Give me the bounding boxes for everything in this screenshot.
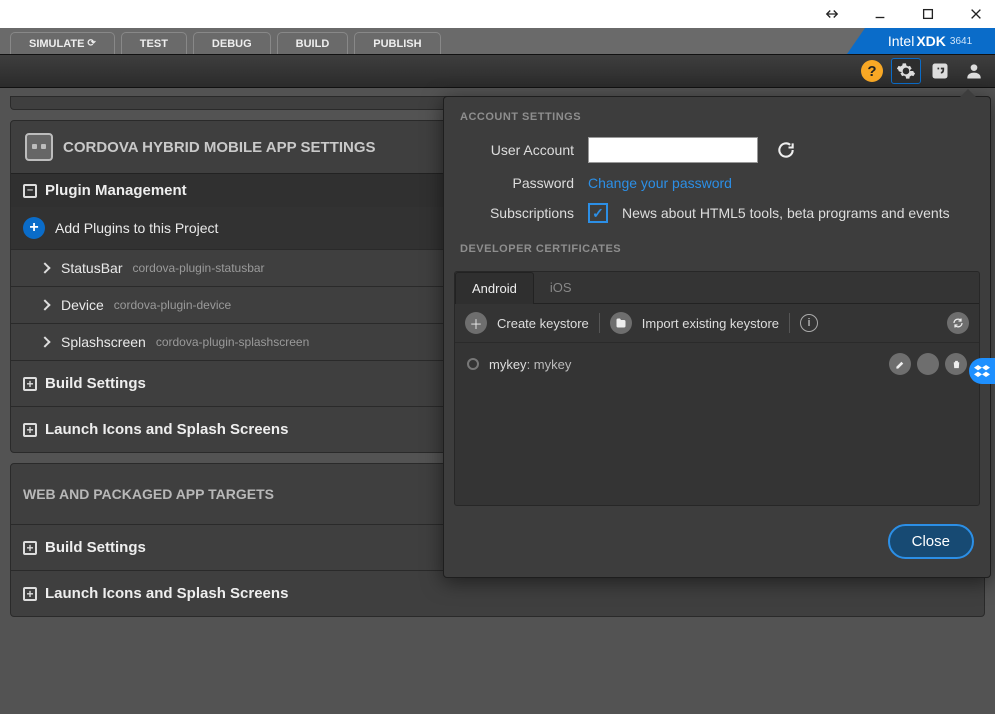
close-button[interactable]: Close [888, 524, 974, 559]
settings-button[interactable] [891, 58, 921, 84]
subscriptions-label: Subscriptions [464, 205, 574, 221]
password-row: Password Change your password [444, 169, 990, 197]
window-titlebar [0, 0, 995, 28]
chevron-right-icon [39, 336, 51, 348]
user-account-label: User Account [464, 142, 574, 158]
tab-android[interactable]: Android [455, 272, 534, 304]
plugin-id: cordova-plugin-splashscreen [156, 335, 309, 349]
tab-debug[interactable]: DEBUG [193, 32, 271, 54]
plugin-name: StatusBar [61, 260, 122, 276]
tab-simulate[interactable]: SIMULATE⟳ [10, 32, 115, 54]
divider [599, 313, 600, 333]
password-label: Password [464, 175, 574, 191]
dropbox-badge[interactable] [969, 358, 995, 384]
cordova-icon [25, 133, 53, 161]
tab-publish[interactable]: PUBLISH [354, 32, 440, 54]
chevron-right-icon [39, 262, 51, 274]
cordova-panel-title: CORDOVA HYBRID MOBILE APP SETTINGS [63, 139, 376, 156]
create-keystore-button[interactable]: Create keystore [497, 316, 589, 331]
collapse-icon: – [23, 184, 37, 198]
plugin-name: Splashscreen [61, 334, 146, 350]
cert-body [455, 385, 979, 505]
social-button[interactable] [925, 58, 955, 84]
keystore-radio[interactable] [467, 358, 479, 370]
download-key-button[interactable] [917, 353, 939, 375]
certificates-box: Android iOS ＋ Create keystore Import exi… [454, 271, 980, 506]
help-icon: ? [861, 60, 883, 82]
help-button[interactable]: ? [857, 58, 887, 84]
user-account-row: User Account [444, 131, 990, 169]
tabstrip: SIMULATE⟳ TEST DEBUG BUILD PUBLISH Intel… [0, 28, 995, 54]
refresh-account-button[interactable] [772, 138, 800, 162]
import-keystore-icon[interactable] [610, 312, 632, 334]
brand-badge: Intel XDK 3641 [865, 28, 995, 54]
edit-key-button[interactable] [889, 353, 911, 375]
info-icon[interactable]: i [800, 314, 818, 332]
expand-icon: + [23, 587, 37, 601]
toolbar: ? [0, 54, 995, 88]
user-account-input[interactable] [588, 137, 758, 163]
cert-tabs: Android iOS [455, 272, 979, 304]
plugin-name: Device [61, 297, 104, 313]
keystore-row[interactable]: mykey: mykey [455, 343, 979, 385]
tab-ios[interactable]: iOS [534, 272, 588, 303]
dev-certs-title: DEVELOPER CERTIFICATES [444, 229, 990, 263]
plugin-id: cordova-plugin-statusbar [132, 261, 264, 275]
tab-build[interactable]: BUILD [277, 32, 349, 54]
refresh-icon: ⟳ [87, 38, 95, 49]
create-keystore-icon[interactable]: ＋ [465, 312, 487, 334]
grip-icon [817, 3, 847, 25]
popup-footer: Close [444, 510, 990, 577]
close-window-button[interactable] [961, 3, 991, 25]
expand-icon: + [23, 423, 37, 437]
maximize-button[interactable] [913, 3, 943, 25]
account-button[interactable] [959, 58, 989, 84]
divider [789, 313, 790, 333]
expand-icon: + [23, 377, 37, 391]
tab-test[interactable]: TEST [121, 32, 187, 54]
subscriptions-checkbox[interactable] [588, 203, 608, 223]
minimize-button[interactable] [865, 3, 895, 25]
account-settings-title: ACCOUNT SETTINGS [444, 97, 990, 131]
expand-icon: + [23, 541, 37, 555]
plus-icon: + [23, 217, 45, 239]
subscriptions-row: Subscriptions News about HTML5 tools, be… [444, 197, 990, 229]
change-password-link[interactable]: Change your password [588, 175, 732, 191]
delete-key-button[interactable] [945, 353, 967, 375]
account-settings-popup: ACCOUNT SETTINGS User Account Password C… [443, 96, 991, 578]
sync-certs-button[interactable] [947, 312, 969, 334]
plugin-id: cordova-plugin-device [114, 298, 231, 312]
subscriptions-text: News about HTML5 tools, beta programs an… [622, 205, 950, 221]
import-keystore-button[interactable]: Import existing keystore [642, 316, 779, 331]
chevron-right-icon [39, 299, 51, 311]
cert-toolbar: ＋ Create keystore Import existing keysto… [455, 304, 979, 343]
